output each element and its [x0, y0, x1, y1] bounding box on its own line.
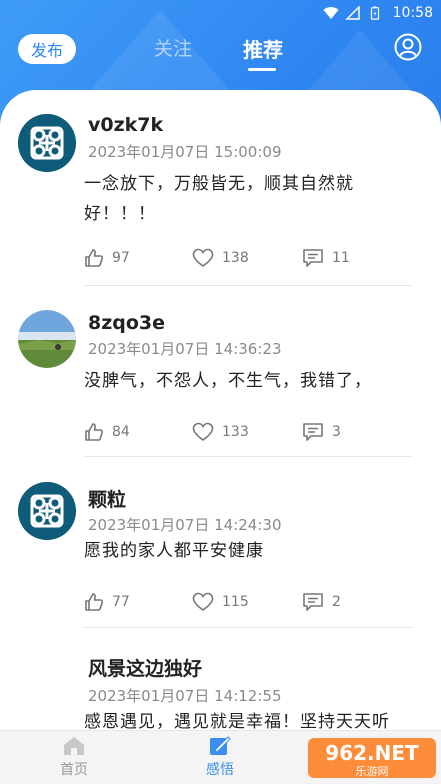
divider — [84, 627, 412, 628]
avatar[interactable] — [18, 482, 76, 540]
comment-icon — [303, 249, 323, 267]
avatar[interactable] — [18, 310, 76, 368]
publish-button[interactable]: 发布 — [18, 34, 76, 64]
bottom-nav-insight-label: 感悟 — [206, 762, 234, 778]
post-username[interactable]: 风景这边独好 — [88, 654, 202, 681]
like-count: 84 — [112, 424, 130, 440]
post-text[interactable]: 愿我的家人都平安健康 — [84, 536, 424, 566]
landscape-avatar-icon — [18, 310, 76, 368]
heart-icon — [192, 422, 214, 441]
post-username[interactable]: 颗粒 — [88, 485, 126, 512]
favorite-action[interactable]: 138 — [192, 248, 249, 268]
watermark-brand: 962.NET — [325, 741, 419, 765]
user-profile-icon[interactable] — [394, 33, 422, 61]
knot-avatar-icon — [18, 114, 76, 172]
comment-action[interactable]: 11 — [302, 248, 350, 268]
watermark-logo: 962.NET 乐游网 — [308, 738, 436, 778]
tab-follow[interactable]: 关注 — [154, 34, 192, 61]
post-time: 2023年01月07日 14:24:30 — [88, 516, 282, 534]
thumbs-up-icon — [85, 593, 103, 611]
status-bar: 10:58 — [0, 0, 441, 26]
post-time: 2023年01月07日 15:00:09 — [88, 143, 282, 161]
bottom-nav-insight[interactable]: 感悟 — [190, 735, 250, 779]
comment-count: 3 — [332, 424, 341, 440]
avatar[interactable] — [18, 114, 76, 172]
like-count: 77 — [112, 594, 130, 610]
comment-icon — [303, 593, 323, 611]
post-text[interactable]: 感恩遇见，遇见就是幸福！坚持天天听 — [84, 707, 424, 730]
heart-icon — [192, 248, 214, 267]
divider — [84, 456, 412, 457]
comment-action[interactable]: 2 — [302, 592, 341, 612]
comment-action[interactable]: 3 — [302, 422, 341, 442]
battery-icon — [370, 6, 379, 20]
active-tab-indicator — [248, 68, 276, 71]
post-username[interactable]: v0zk7k — [88, 114, 163, 136]
signal-icon — [344, 6, 360, 20]
watermark-sub: 乐游网 — [356, 765, 389, 778]
favorite-action[interactable]: 115 — [192, 592, 249, 612]
bottom-nav-home[interactable]: 首页 — [44, 735, 104, 779]
heart-icon — [192, 592, 214, 611]
like-count: 97 — [112, 250, 130, 266]
like-action[interactable]: 84 — [84, 422, 130, 442]
favorite-action[interactable]: 133 — [192, 422, 249, 442]
feed-list[interactable]: v0zk7k 2023年01月07日 15:00:09 一念放下，万般皆无，顺其… — [0, 90, 441, 730]
top-nav: 发布 关注 推荐 — [0, 26, 441, 76]
divider — [84, 285, 412, 286]
comment-count: 2 — [332, 594, 341, 610]
home-icon — [64, 737, 84, 755]
post-time: 2023年01月07日 14:36:23 — [88, 340, 282, 358]
like-action[interactable]: 97 — [84, 248, 130, 268]
post-text[interactable]: 一念放下，万般皆无，顺其自然就好！！！ — [84, 169, 424, 229]
knot-avatar-icon — [18, 482, 76, 540]
like-action[interactable]: 77 — [84, 592, 130, 612]
favorite-count: 115 — [222, 594, 249, 610]
comment-icon — [303, 423, 323, 441]
wifi-icon — [323, 7, 339, 20]
bottom-nav-home-label: 首页 — [60, 762, 88, 778]
post-text[interactable]: 没脾气，不怨人，不生气，我错了， — [84, 366, 424, 396]
tab-recommend[interactable]: 推荐 — [243, 34, 283, 63]
favorite-count: 133 — [222, 424, 249, 440]
thumbs-up-icon — [85, 423, 103, 441]
favorite-count: 138 — [222, 250, 249, 266]
post-username[interactable]: 8zqo3e — [88, 312, 165, 334]
thumbs-up-icon — [85, 249, 103, 267]
status-time: 10:58 — [392, 5, 433, 21]
comment-count: 11 — [332, 250, 350, 266]
edit-note-icon — [210, 736, 231, 755]
post-time: 2023年01月07日 14:12:55 — [88, 687, 282, 705]
